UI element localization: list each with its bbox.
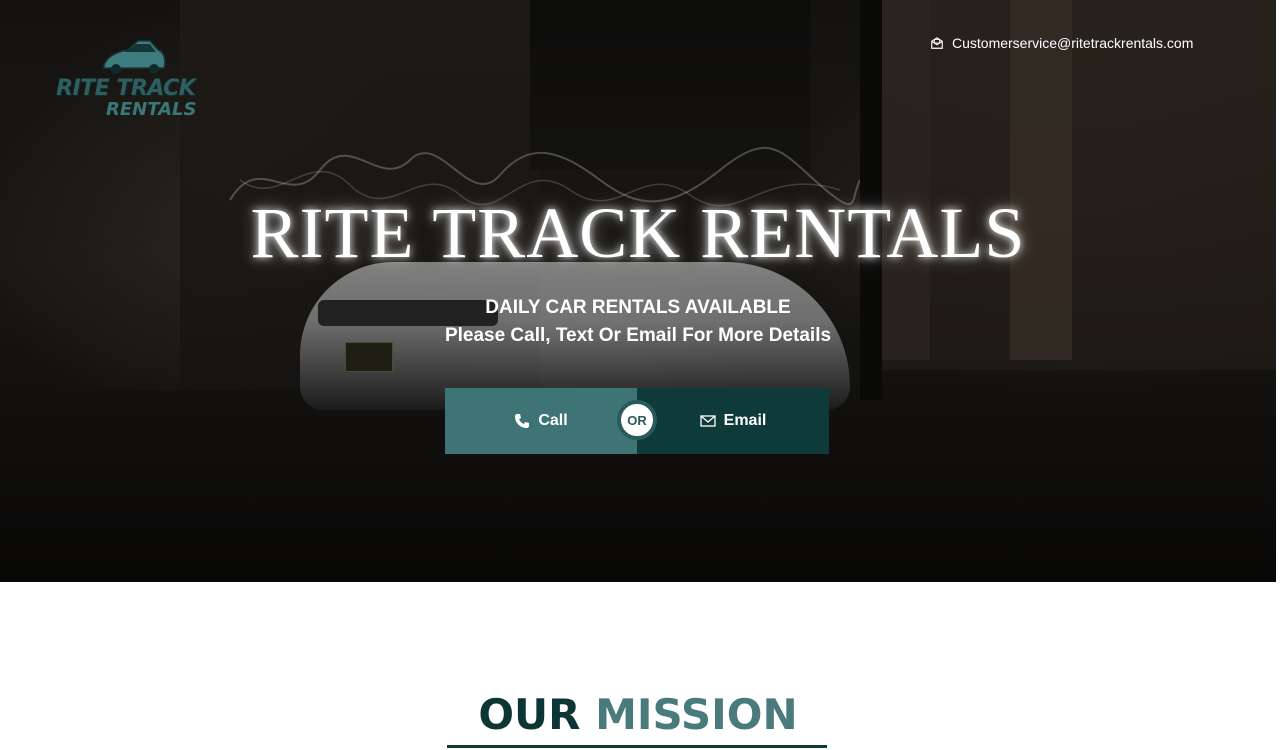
logo-text-line2: RENTALS xyxy=(106,99,197,120)
hero-title: RITE TRACK RENTALS xyxy=(250,193,1026,273)
contact-cta-group: Call Email OR xyxy=(445,388,829,454)
email-button-label: Email xyxy=(723,412,767,429)
hero-subtitle-line1: DAILY CAR RENTALS AVAILABLE xyxy=(485,297,791,318)
email-button[interactable]: Email xyxy=(637,388,829,454)
envelope-open-icon xyxy=(931,37,943,49)
call-button-label: Call xyxy=(538,412,568,429)
phone-icon xyxy=(515,414,530,428)
header-email-text: Customerservice@ritetrackrentals.com xyxy=(952,35,1194,51)
car-logo-icon xyxy=(103,40,166,74)
or-divider-badge: OR xyxy=(617,400,657,440)
hero-subtitle-line2: Please Call, Text Or Email For More Deta… xyxy=(444,325,832,346)
mission-heading-word1: OUR xyxy=(478,690,581,739)
logo-text-line1: RITE TRACK xyxy=(56,76,196,101)
header-email-link[interactable]: Customerservice@ritetrackrentals.com xyxy=(930,35,1193,51)
site-logo[interactable]: RITE TRACK RENTALS xyxy=(56,38,208,122)
mission-heading: OUR MISSION xyxy=(0,690,1276,739)
call-button[interactable]: Call xyxy=(445,388,637,454)
mission-heading-word2: MISSION xyxy=(595,690,798,739)
envelope-icon xyxy=(700,415,716,427)
mission-underline-divider xyxy=(447,745,827,748)
